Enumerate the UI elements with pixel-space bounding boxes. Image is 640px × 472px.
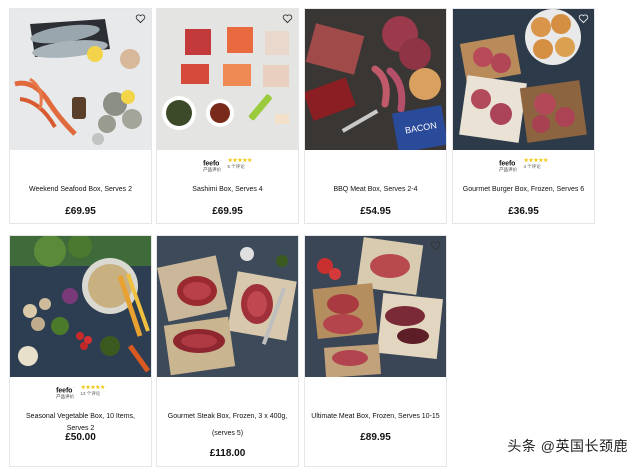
product-image[interactable]: [10, 9, 151, 150]
product-card[interactable]: feefo° 产品评价 ★★★★★ 5 个评论 Sashimi Box, Serve…: [156, 8, 299, 224]
product-image[interactable]: [157, 9, 298, 150]
feefo-mark: °: [73, 386, 75, 390]
product-price: £50.00: [65, 432, 96, 443]
review-count[interactable]: 4 个评论: [523, 164, 547, 170]
feefo-logo: feefo°: [499, 159, 518, 168]
product-card[interactable]: BACON BBQ Meat Box, Serves 2-4 £54.95: [304, 8, 447, 224]
product-card[interactable]: Gourmet Steak Box, Frozen, 3 x 400g, (se…: [156, 235, 299, 467]
product-image[interactable]: [305, 236, 446, 377]
product-name[interactable]: Sashimi Box, Serves 4: [163, 184, 292, 196]
feefo-rating: feefo° 产品评价 ★★★★★ 13 个评论: [10, 385, 151, 400]
product-price: £89.95: [360, 432, 391, 443]
feefo-rating: feefo° 产品评价 ★★★★★ 4 个评论: [453, 158, 594, 173]
heart-outline-icon[interactable]: [430, 240, 441, 251]
feefo-rating: feefo° 产品评价 ★★★★★ 5 个评论: [157, 158, 298, 173]
review-count[interactable]: 5 个评论: [227, 164, 251, 170]
feefo-subtitle: 产品评价: [203, 167, 222, 173]
feefo-subtitle: 产品评价: [499, 167, 518, 173]
product-name[interactable]: Weekend Seafood Box, Serves 2: [16, 184, 145, 196]
feefo-mark: °: [516, 159, 518, 163]
product-price: £54.95: [360, 206, 391, 217]
feefo-logo: feefo°: [56, 386, 75, 395]
product-name[interactable]: Ultimate Meat Box, Frozen, Serves 10-15: [311, 411, 440, 423]
product-card[interactable]: Ultimate Meat Box, Frozen, Serves 10-15 …: [304, 235, 447, 467]
feefo-mark: °: [220, 159, 222, 163]
product-image[interactable]: BACON: [305, 9, 446, 150]
product-price: £118.00: [209, 448, 246, 459]
product-price: £36.95: [508, 206, 539, 217]
product-name[interactable]: Gourmet Steak Box, Frozen, 3 x 400g, (se…: [163, 408, 292, 442]
heart-outline-icon[interactable]: [135, 13, 146, 24]
feefo-subtitle: 产品评价: [56, 394, 75, 400]
product-card[interactable]: Weekend Seafood Box, Serves 2 £69.95: [9, 8, 152, 224]
product-image[interactable]: [453, 9, 594, 150]
product-name[interactable]: Gourmet Burger Box, Frozen, Serves 6: [459, 184, 588, 196]
feefo-logo: feefo°: [203, 159, 222, 168]
heart-outline-icon[interactable]: [282, 13, 293, 24]
product-image[interactable]: [157, 236, 298, 377]
product-price: £69.95: [212, 206, 243, 217]
product-name[interactable]: BBQ Meat Box, Serves 2-4: [311, 184, 440, 196]
watermark: 头条 @英国长颈鹿: [507, 438, 628, 454]
product-price: £69.95: [65, 206, 96, 217]
review-count[interactable]: 13 个评论: [80, 391, 104, 397]
product-image[interactable]: [10, 236, 151, 377]
heart-outline-icon[interactable]: [578, 13, 589, 24]
product-card[interactable]: feefo° 产品评价 ★★★★★ 13 个评论 Seasonal Vegetabl…: [9, 235, 152, 467]
product-card[interactable]: feefo° 产品评价 ★★★★★ 4 个评论 Gourmet Burger Box…: [452, 8, 595, 224]
